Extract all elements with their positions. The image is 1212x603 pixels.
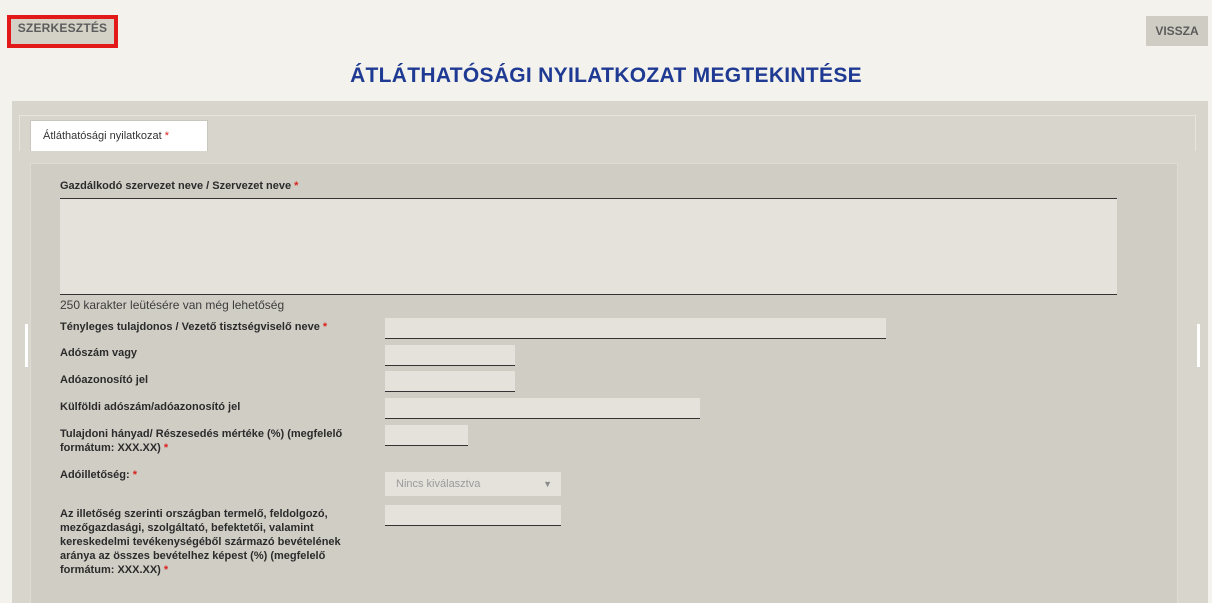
tax-residence-label: Adóilletőség: * xyxy=(60,469,138,481)
owner-name-label: Tényleges tulajdonos / Vezető tisztségvi… xyxy=(60,321,328,333)
right-scroll-edge xyxy=(1197,324,1200,367)
foreign-tax-input[interactable] xyxy=(385,398,700,419)
required-marker: * xyxy=(164,130,169,142)
tax-number-label: Adószám vagy xyxy=(60,347,138,359)
ownership-share-input[interactable] xyxy=(385,425,468,446)
tab-transparency-statement[interactable]: Átláthatósági nyilatkozat * xyxy=(30,120,208,151)
left-scroll-edge xyxy=(25,324,28,367)
tab-label: Átláthatósági nyilatkozat xyxy=(43,130,162,142)
required-marker: * xyxy=(294,180,299,192)
org-name-label: Gazdálkodó szervezet neve / Szervezet ne… xyxy=(60,180,299,192)
edit-button-label: SZERKESZTÉS xyxy=(17,20,108,35)
required-marker: * xyxy=(163,564,169,576)
foreign-tax-label: Külföldi adószám/adóazonosító jel xyxy=(60,401,241,413)
revenue-ratio-label: Az illetőség szerinti országban termelő,… xyxy=(60,508,341,576)
revenue-ratio-input[interactable] xyxy=(385,505,561,526)
chevron-down-icon: ▼ xyxy=(543,479,552,489)
ownership-share-label: Tulajdoni hányad/ Részesedés mértéke (%)… xyxy=(60,428,343,454)
page-title: ÁTLÁTHATÓSÁGI NYILATKOZAT MEGTEKINTÉSE xyxy=(350,64,862,87)
tax-number-input[interactable] xyxy=(385,345,515,366)
tax-id-input[interactable] xyxy=(385,371,515,392)
tax-id-label: Adóazonosító jel xyxy=(60,374,148,386)
required-marker: * xyxy=(322,321,328,333)
required-marker: * xyxy=(163,442,169,454)
edit-button[interactable]: SZERKESZTÉS xyxy=(7,15,118,48)
required-marker: * xyxy=(132,469,138,481)
org-name-textarea[interactable] xyxy=(60,198,1117,295)
tax-residence-select[interactable]: Nincs kiválasztva ▼ xyxy=(385,472,561,496)
char-remaining-hint: 250 karakter leütésére van még lehetőség xyxy=(60,298,285,312)
back-button[interactable]: VISSZA xyxy=(1146,16,1208,46)
tax-residence-selected-value: Nincs kiválasztva xyxy=(396,478,481,490)
owner-name-input[interactable] xyxy=(385,318,886,339)
